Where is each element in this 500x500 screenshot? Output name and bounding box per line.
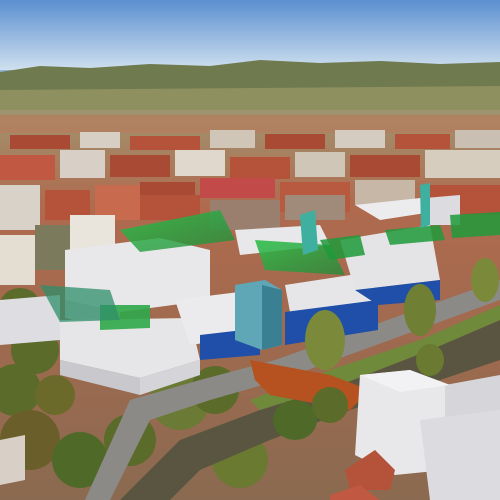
aerial-city-scene: [0, 0, 500, 500]
sky: [0, 0, 500, 70]
